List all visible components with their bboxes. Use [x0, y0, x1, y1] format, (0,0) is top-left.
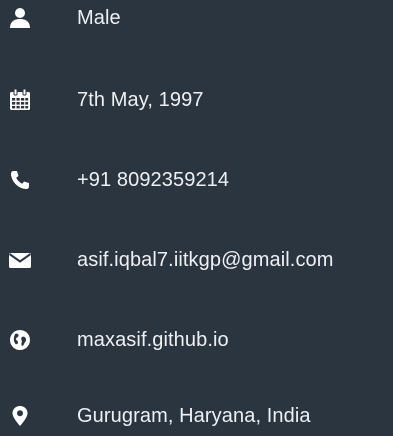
email-text: asif.iqbal7.iitkgp@gmail.com	[77, 249, 334, 271]
phone-icon	[8, 168, 32, 192]
envelope-icon	[8, 248, 32, 272]
birthdate-item: 7th May, 1997	[0, 80, 393, 120]
gender-item: Male	[0, 0, 393, 38]
contact-info-list: Male 7th May, 1997 +91 8092359214 asif.i…	[0, 0, 393, 436]
birthdate-text: 7th May, 1997	[77, 89, 204, 111]
email-item: asif.iqbal7.iitkgp@gmail.com	[0, 240, 393, 280]
phone-item: +91 8092359214	[0, 160, 393, 200]
globe-icon	[8, 328, 32, 352]
location-item: Gurugram, Haryana, India	[0, 396, 393, 436]
location-text: Gurugram, Haryana, India	[77, 405, 311, 427]
user-icon	[8, 6, 32, 30]
phone-text: +91 8092359214	[77, 169, 230, 191]
website-item: maxasif.github.io	[0, 320, 393, 360]
map-marker-icon	[8, 404, 32, 428]
website-text: maxasif.github.io	[77, 329, 229, 351]
gender-text: Male	[77, 7, 121, 29]
calendar-icon	[8, 88, 32, 112]
